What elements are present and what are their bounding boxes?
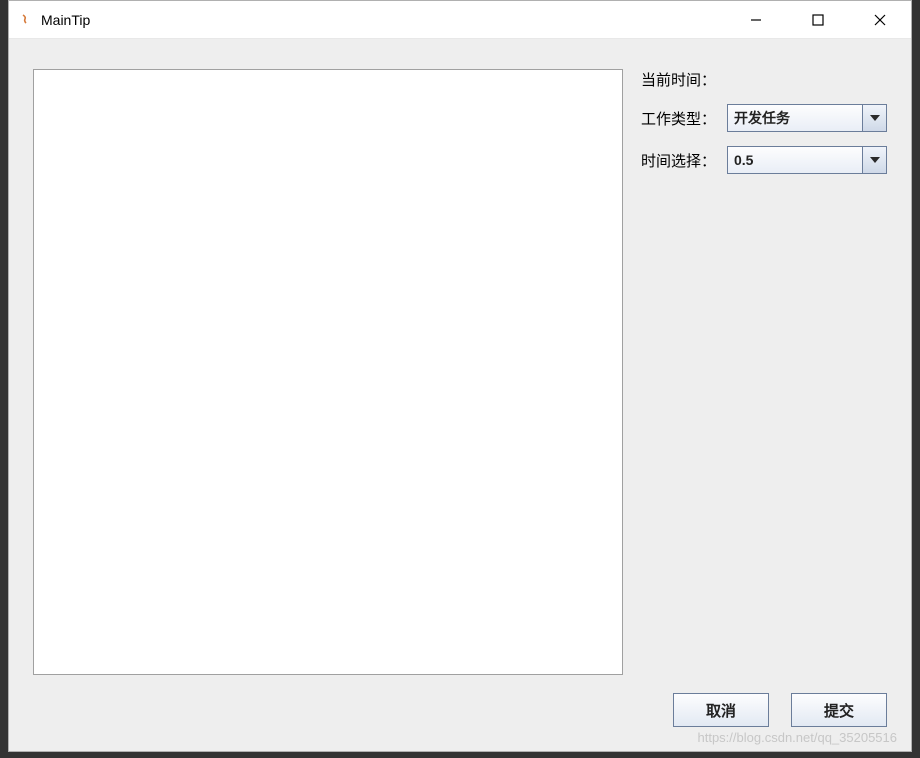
time-select-row: 时间选择： 0.5 [641, 146, 887, 174]
content-pane: 当前时间： 工作类型： 开发任务 时间选择： 0.5 [9, 39, 911, 751]
close-button[interactable] [849, 1, 911, 38]
maximize-button[interactable] [787, 1, 849, 38]
time-select-label: 时间选择： [641, 150, 717, 171]
titlebar: MainTip [9, 1, 911, 39]
submit-button[interactable]: 提交 [791, 693, 887, 727]
window-title: MainTip [41, 12, 725, 28]
main-area: 当前时间： 工作类型： 开发任务 时间选择： 0.5 [33, 69, 887, 675]
work-type-combobox[interactable]: 开发任务 [727, 104, 887, 132]
time-select-value: 0.5 [728, 152, 862, 168]
chevron-down-icon [862, 105, 886, 131]
current-time-label: 当前时间： [641, 69, 717, 90]
app-window: MainTip 当前时间： 工作类型： 开发任务 [8, 0, 912, 752]
time-select-combobox[interactable]: 0.5 [727, 146, 887, 174]
cancel-button[interactable]: 取消 [673, 693, 769, 727]
work-type-value: 开发任务 [728, 108, 862, 128]
text-area[interactable] [33, 69, 623, 675]
chevron-down-icon [862, 147, 886, 173]
minimize-button[interactable] [725, 1, 787, 38]
side-panel: 当前时间： 工作类型： 开发任务 时间选择： 0.5 [641, 69, 887, 675]
button-row: 取消 提交 [33, 693, 887, 727]
java-app-icon [17, 11, 35, 29]
current-time-row: 当前时间： [641, 69, 887, 90]
work-type-row: 工作类型： 开发任务 [641, 104, 887, 132]
work-type-label: 工作类型： [641, 108, 717, 129]
window-controls [725, 1, 911, 38]
